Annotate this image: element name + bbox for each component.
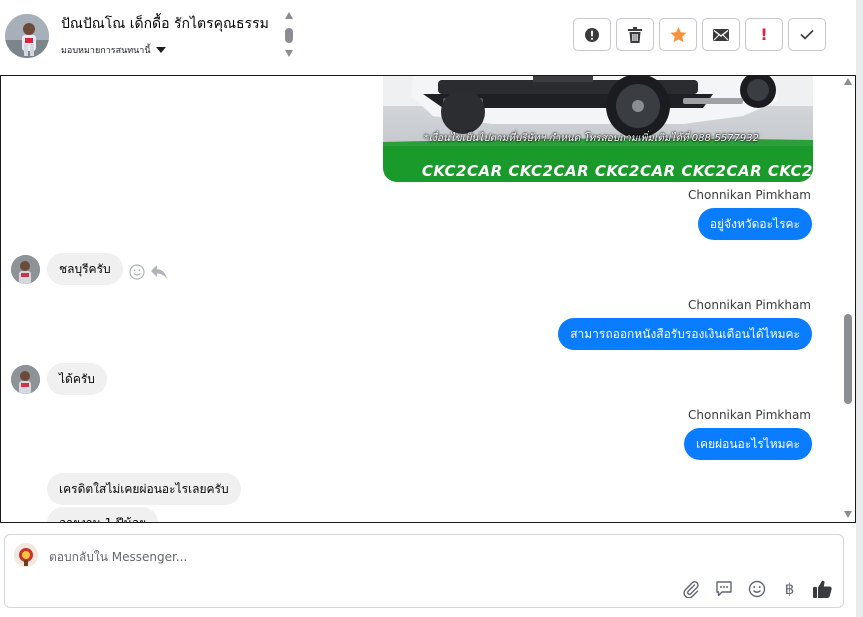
saved-reply-icon (715, 580, 732, 596)
paperclip-icon (682, 580, 699, 598)
payment-button[interactable]: ฿ (779, 578, 800, 599)
header-scrollbar[interactable] (284, 12, 295, 60)
message-tools (129, 264, 167, 280)
contact-avatar[interactable] (5, 14, 49, 58)
message-bubble-incoming[interactable]: อายุงาน 1 ปีน้อย (47, 507, 159, 522)
star-button[interactable] (659, 18, 697, 51)
message-bubble-incoming[interactable]: ชลบุรีครับ (47, 253, 123, 285)
message-bubble-incoming[interactable]: เครดิตใสไม่เคยผ่อนอะไรเลยครับ (47, 473, 241, 505)
window-edge (856, 0, 863, 617)
image-attachment[interactable]: *เงื่อนไขเป็นไปตามที่บริษัทฯ กำหนด โทรสอ… (383, 76, 813, 182)
reply-composer: ฿ (4, 534, 844, 608)
mark-unread-button[interactable] (702, 18, 740, 51)
scroll-up-arrow-icon[interactable] (844, 78, 852, 85)
saved-replies-button[interactable] (713, 578, 734, 599)
scroll-thumb[interactable] (844, 314, 852, 404)
page-avatar (14, 543, 38, 567)
sender-name: Chonnikan Pimkham (688, 298, 811, 312)
checkmark-icon (800, 29, 814, 40)
conversation-actions: ! (573, 18, 826, 51)
emoji-button[interactable] (746, 578, 767, 599)
message-bubble-incoming[interactable]: ได้ครับ (47, 363, 107, 395)
scroll-up-arrow-icon[interactable] (285, 12, 293, 19)
caret-down-icon (155, 47, 166, 53)
image-caption: *เงื่อนไขเป็นไปตามที่บริษัทฯ กำหนด โทรสอ… (423, 133, 759, 144)
follow-up-button[interactable]: ! (745, 18, 783, 51)
envelope-icon (713, 28, 729, 41)
sender-name: Chonnikan Pimkham (688, 408, 811, 422)
scroll-down-arrow-icon[interactable] (285, 50, 293, 57)
assign-label: มอบหมายการสนทนานี้ (61, 46, 151, 56)
trash-icon (628, 26, 642, 43)
contact-avatar-small[interactable] (11, 365, 40, 394)
scroll-thumb[interactable] (285, 28, 293, 43)
scroll-down-arrow-icon[interactable] (844, 511, 852, 518)
message-bubble-outgoing[interactable]: สามารถออกหนังสือรับรองเงินเดือนได้ไหมคะ (558, 318, 812, 350)
thread-scrollbar[interactable] (842, 76, 854, 522)
composer-tools: ฿ (680, 578, 833, 599)
conversation-header: ปัณปัณโณ เด็กดื้อ รักไตรคุณธรรม มอบหมายก… (0, 0, 863, 75)
emoji-icon (748, 580, 765, 597)
image-banner-text: CKC2CAR CKC2CAR CKC2CAR CKC2CAR CKC2 (421, 162, 813, 180)
reply-icon[interactable] (151, 265, 167, 279)
done-button[interactable] (788, 18, 826, 51)
assign-conversation-dropdown[interactable]: มอบหมายการสนทนานี้ (61, 43, 166, 57)
delete-button[interactable] (616, 18, 654, 51)
message-bubble-outgoing[interactable]: อยู่จังหวัดอะไรคะ (697, 208, 812, 240)
reply-input[interactable] (49, 547, 809, 567)
sender-name: Chonnikan Pimkham (688, 188, 811, 202)
attach-file-button[interactable] (680, 578, 701, 599)
like-button[interactable] (812, 578, 833, 599)
message-thread: *เงื่อนไขเป็นไปตามที่บริษัทฯ กำหนด โทรสอ… (0, 75, 856, 523)
star-icon (670, 26, 686, 42)
baht-icon: ฿ (784, 579, 795, 598)
contact-name[interactable]: ปัณปัณโณ เด็กดื้อ รักไตรคุณธรรม (61, 13, 269, 35)
contact-avatar-small[interactable] (11, 255, 40, 284)
message-bubble-outgoing[interactable]: เคยผ่อนอะไรไหมคะ (683, 428, 812, 460)
messenger-inbox: ปัณปัณโณ เด็กดื้อ รักไตรคุณธรรม มอบหมายก… (0, 0, 863, 617)
thumbs-up-icon (813, 580, 832, 598)
spam-button[interactable] (573, 18, 611, 51)
react-emoji-icon[interactable] (129, 264, 145, 280)
exclamation-icon: ! (760, 25, 768, 44)
alert-circle-icon (585, 27, 599, 42)
